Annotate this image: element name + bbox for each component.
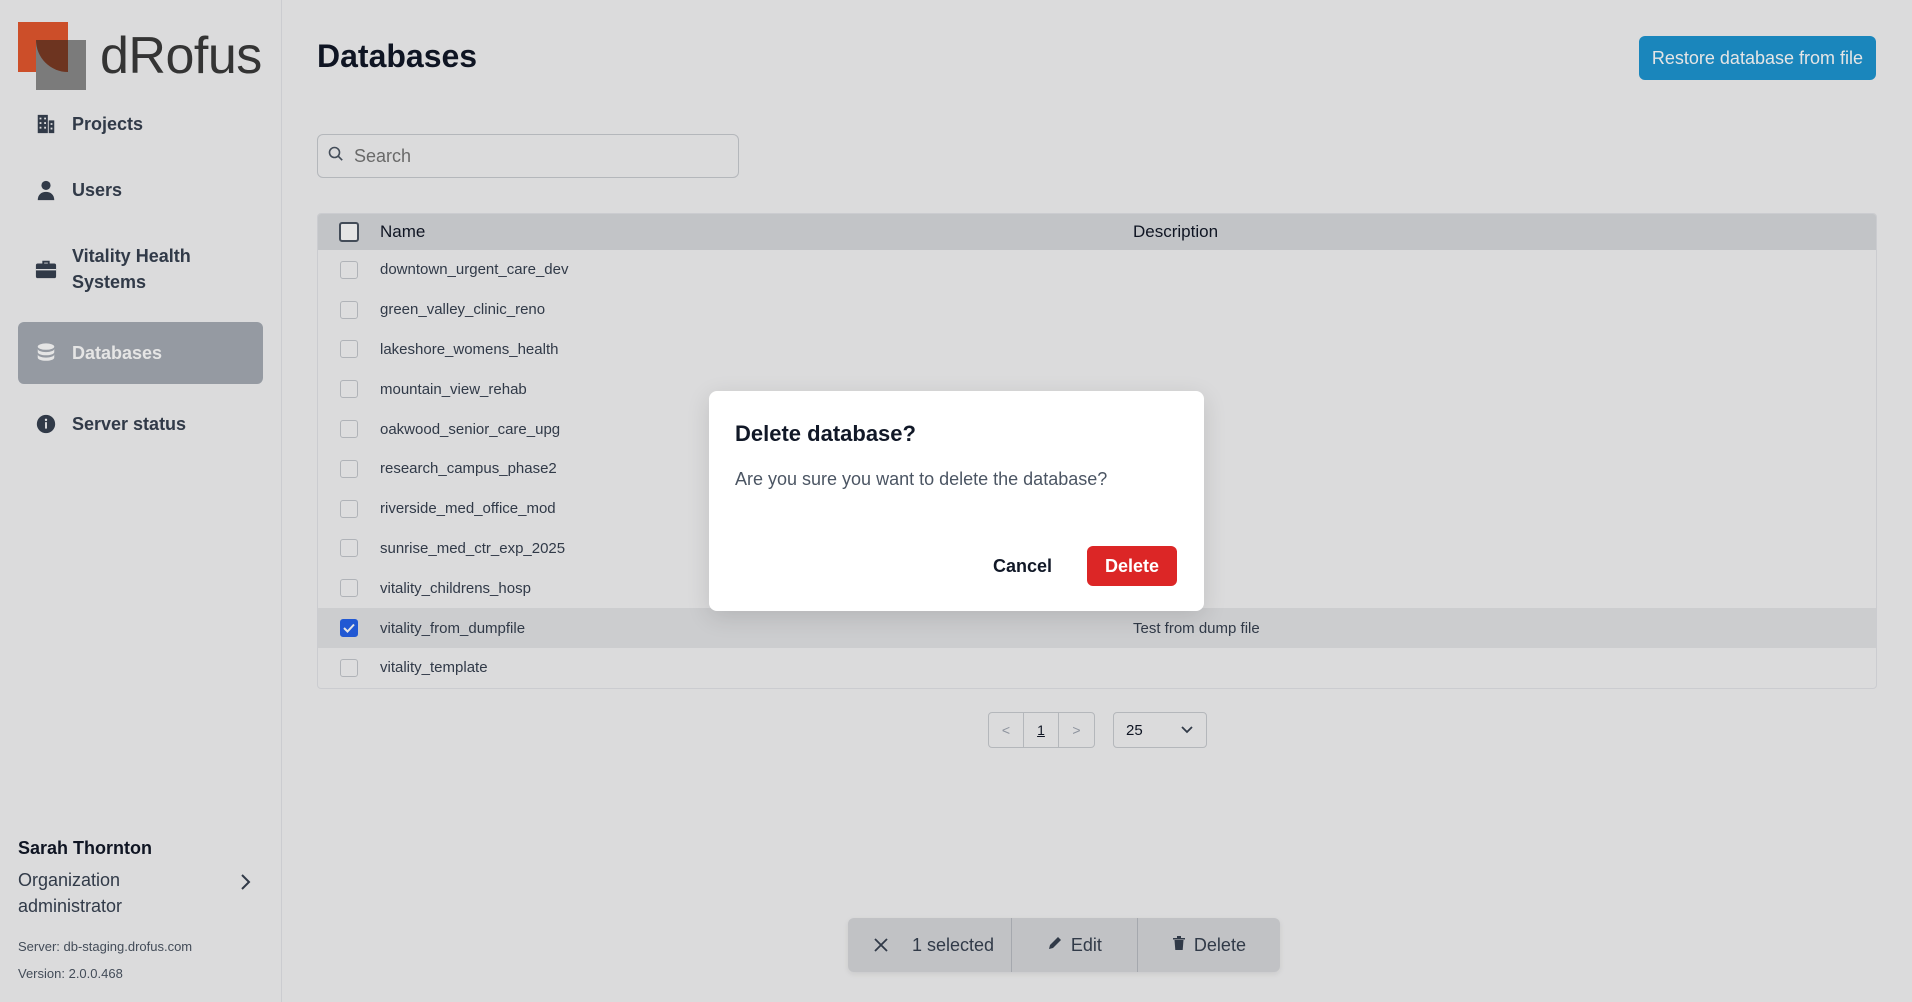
dialog-title: Delete database?	[735, 421, 916, 446]
confirm-delete-button[interactable]: Delete	[1087, 546, 1177, 586]
delete-database-dialog: Delete database? Are you sure you want t…	[709, 391, 1204, 611]
cancel-button[interactable]: Cancel	[979, 546, 1066, 586]
dialog-message: Are you sure you want to delete the data…	[735, 469, 1108, 489]
